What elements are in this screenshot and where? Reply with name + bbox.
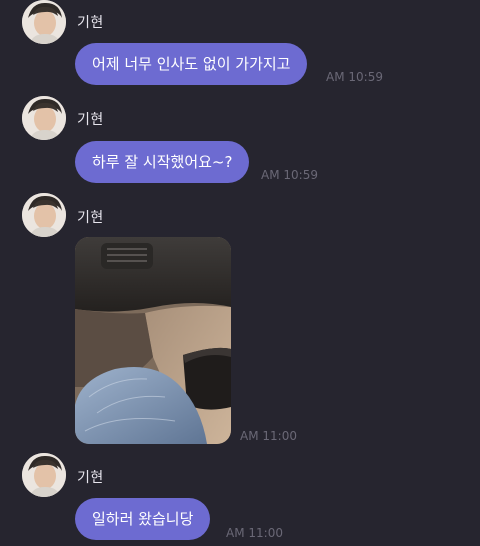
avatar[interactable] [22, 193, 66, 237]
timestamp: AM 11:00 [226, 526, 283, 540]
timestamp: AM 11:00 [240, 429, 297, 443]
timestamp: AM 10:59 [261, 168, 318, 182]
message-bubble[interactable]: 어제 너무 인사도 없이 가가지고 [75, 43, 308, 85]
avatar[interactable] [22, 0, 66, 44]
car-interior-photo-image [75, 237, 231, 444]
avatar[interactable] [22, 96, 66, 140]
profile-avatar-icon [22, 193, 66, 237]
profile-avatar-icon [22, 0, 66, 44]
profile-avatar-icon [22, 453, 66, 497]
timestamp: AM 10:59 [326, 70, 383, 84]
sender-name: 기현 [77, 112, 104, 128]
sender-name: 기현 [77, 15, 104, 31]
avatar[interactable] [22, 453, 66, 497]
sender-name: 기현 [77, 210, 104, 226]
car-interior-photo[interactable] [75, 237, 231, 444]
sender-name: 기현 [77, 470, 104, 486]
profile-avatar-icon [22, 96, 66, 140]
chat-thread: 기현 어제 너무 인사도 없이 가가지고 AM 10:59 기현 하루 잘 시작… [0, 0, 480, 546]
message-bubble[interactable]: 하루 잘 시작했어요~? [75, 141, 250, 183]
message-bubble[interactable]: 일하러 왔습니당 [75, 498, 211, 540]
